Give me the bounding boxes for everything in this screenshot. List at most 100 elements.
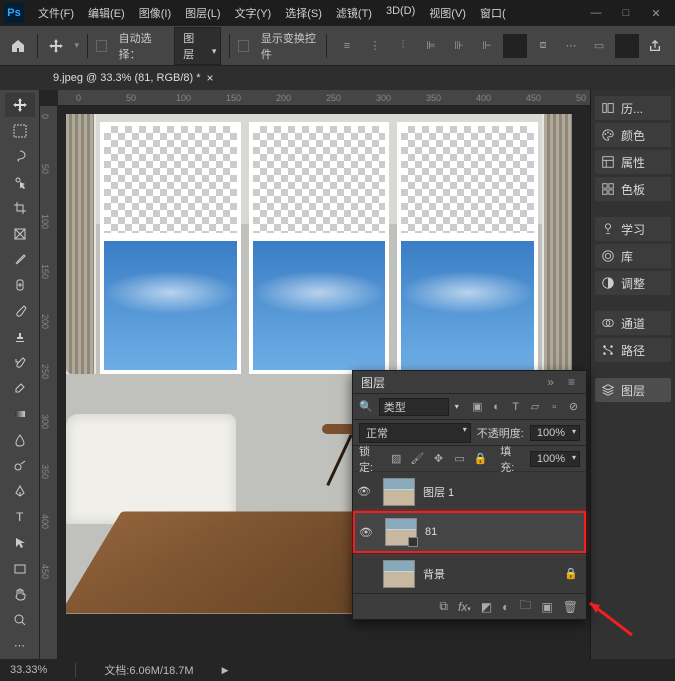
maximize-button[interactable]: □ bbox=[611, 3, 641, 23]
lasso-tool[interactable] bbox=[5, 145, 35, 169]
document-tab[interactable]: 9.jpeg @ 33.3% (81, RGB/8) * × bbox=[45, 67, 222, 89]
panel-tab-adjustments[interactable]: 调整 bbox=[595, 271, 671, 295]
menu-filter[interactable]: 滤镜(T) bbox=[330, 1, 378, 25]
blur-tool[interactable] bbox=[5, 428, 35, 452]
filter-smart-icon[interactable]: ▫ bbox=[548, 399, 561, 415]
distribute-h-icon[interactable]: ⊪ bbox=[447, 34, 471, 58]
layer-name[interactable]: 图层 1 bbox=[423, 484, 578, 500]
menu-image[interactable]: 图像(I) bbox=[133, 1, 177, 25]
lock-all-icon[interactable]: 🔒 bbox=[473, 451, 488, 467]
menu-3d[interactable]: 3D(D) bbox=[380, 1, 421, 25]
layer-item[interactable]: 👁 图层 1 bbox=[353, 471, 586, 511]
ruler-vertical[interactable]: 0 50 100 150 200 250 300 350 400 450 bbox=[40, 106, 58, 659]
show-transform-checkbox[interactable] bbox=[238, 40, 249, 52]
dodge-tool[interactable] bbox=[5, 454, 35, 478]
panel-menu-icon[interactable]: ≡ bbox=[565, 375, 578, 389]
layer-thumbnail[interactable] bbox=[385, 518, 417, 546]
layers-panel-header[interactable]: 图层 » ≡ bbox=[353, 371, 586, 393]
gradient-tool[interactable] bbox=[5, 402, 35, 426]
visibility-toggle-icon[interactable]: 👁 bbox=[359, 526, 377, 539]
layer-thumbnail[interactable] bbox=[383, 560, 415, 588]
eraser-tool[interactable] bbox=[5, 376, 35, 400]
brush-tool[interactable] bbox=[5, 299, 35, 323]
hand-tool[interactable] bbox=[5, 583, 35, 607]
menu-window[interactable]: 窗口( bbox=[474, 1, 512, 25]
delete-layer-icon[interactable]: 🗑 bbox=[563, 600, 578, 614]
lock-icon[interactable]: 🔒 bbox=[564, 567, 578, 580]
link-layers-icon[interactable]: ⧉ bbox=[439, 599, 448, 614]
stamp-tool[interactable] bbox=[5, 325, 35, 349]
new-layer-icon[interactable]: ▣ bbox=[541, 600, 552, 614]
add-mask-icon[interactable]: ◩ bbox=[481, 600, 492, 614]
panel-tab-properties[interactable]: 属性 bbox=[595, 150, 671, 174]
filter-shape-icon[interactable]: ▱ bbox=[528, 399, 541, 415]
healing-tool[interactable] bbox=[5, 273, 35, 297]
document-tab-close-icon[interactable]: × bbox=[207, 71, 214, 85]
quick-select-tool[interactable] bbox=[5, 170, 35, 194]
close-button[interactable]: ✕ bbox=[641, 3, 671, 23]
panel-tab-channels[interactable]: 通道 bbox=[595, 311, 671, 335]
menu-layer[interactable]: 图层(L) bbox=[179, 1, 226, 25]
layer-filter-input[interactable] bbox=[379, 398, 449, 416]
lock-position-icon[interactable]: ✥ bbox=[431, 451, 446, 467]
more-align-icon[interactable]: ⋯ bbox=[559, 34, 583, 58]
home-button[interactable] bbox=[8, 34, 29, 58]
panel-tab-color[interactable]: 颜色 bbox=[595, 123, 671, 147]
layer-thumbnail[interactable] bbox=[383, 478, 415, 506]
align-bot-icon[interactable]: ⫶ bbox=[391, 34, 415, 58]
minimize-button[interactable]: — bbox=[581, 3, 611, 23]
marquee-tool[interactable] bbox=[5, 119, 35, 143]
filter-toggle-icon[interactable]: ⊘ bbox=[567, 399, 580, 415]
menu-file[interactable]: 文件(F) bbox=[32, 1, 80, 25]
share-icon[interactable] bbox=[643, 34, 667, 58]
panel-tab-layers[interactable]: 图层 bbox=[595, 378, 671, 402]
filter-adjust-icon[interactable]: ◐ bbox=[490, 399, 503, 415]
zoom-level[interactable]: 33.33% bbox=[10, 664, 47, 676]
auto-select-dropdown[interactable]: 图层 bbox=[174, 27, 221, 65]
opacity-value[interactable]: 100% bbox=[530, 425, 580, 441]
lock-trans-icon[interactable]: ▨ bbox=[389, 451, 404, 467]
arrange-icon[interactable]: ▭ bbox=[587, 34, 611, 58]
type-tool[interactable]: T bbox=[5, 505, 35, 529]
panel-tab-learn[interactable]: 学习 bbox=[595, 217, 671, 241]
edit-toolbar-icon[interactable]: ⋯ bbox=[5, 634, 35, 658]
new-group-icon[interactable]: 🗀 bbox=[519, 596, 531, 617]
menu-view[interactable]: 视图(V) bbox=[423, 1, 472, 25]
menu-type[interactable]: 文字(Y) bbox=[229, 1, 278, 25]
layer-item[interactable]: 背景 🔒 bbox=[353, 553, 586, 593]
distribute-v-icon[interactable]: ⊩ bbox=[475, 34, 499, 58]
lock-artboard-icon[interactable]: ▭ bbox=[452, 451, 467, 467]
align-left-icon[interactable]: ⊫ bbox=[419, 34, 443, 58]
menu-select[interactable]: 选择(S) bbox=[279, 1, 328, 25]
new-adjustment-icon[interactable]: ◐ bbox=[502, 600, 509, 614]
layer-item[interactable]: 👁 81 bbox=[353, 511, 586, 553]
panel-tab-libraries[interactable]: 库 bbox=[595, 244, 671, 268]
pen-tool[interactable] bbox=[5, 479, 35, 503]
filter-type-icon[interactable]: T bbox=[509, 399, 522, 415]
menu-edit[interactable]: 编辑(E) bbox=[82, 1, 131, 25]
eyedropper-tool[interactable] bbox=[5, 248, 35, 272]
history-brush-tool[interactable] bbox=[5, 351, 35, 375]
ruler-horizontal[interactable]: 0 50 100 150 200 250 300 350 400 450 50 bbox=[58, 90, 590, 106]
fill-value[interactable]: 100% bbox=[530, 451, 580, 467]
filter-pixel-icon[interactable]: ▣ bbox=[471, 399, 484, 415]
path-select-tool[interactable] bbox=[5, 531, 35, 555]
status-flyout-icon[interactable]: ▶ bbox=[222, 665, 229, 676]
crop-tool[interactable] bbox=[5, 196, 35, 220]
panel-tab-paths[interactable]: 路径 bbox=[595, 338, 671, 362]
collapse-panel-icon[interactable]: » bbox=[544, 375, 557, 389]
align-top-icon[interactable]: ≡ bbox=[335, 34, 359, 58]
layer-fx-icon[interactable]: fx▾ bbox=[458, 600, 471, 614]
layer-name[interactable]: 81 bbox=[425, 526, 576, 538]
move-tool-icon[interactable] bbox=[46, 34, 67, 58]
layer-name[interactable]: 背景 bbox=[423, 566, 556, 582]
panel-tab-swatches[interactable]: 色板 bbox=[595, 177, 671, 201]
align-mid-icon[interactable]: ⋮ bbox=[363, 34, 387, 58]
lock-pixels-icon[interactable]: 🖌 bbox=[410, 451, 425, 467]
move-tool[interactable] bbox=[5, 93, 35, 117]
frame-tool[interactable] bbox=[5, 222, 35, 246]
auto-select-checkbox[interactable] bbox=[96, 40, 107, 52]
rectangle-tool[interactable] bbox=[5, 557, 35, 581]
blend-mode-dropdown[interactable]: 正常 bbox=[359, 423, 471, 443]
3d-mode-icon[interactable]: ⧈ bbox=[531, 34, 555, 58]
